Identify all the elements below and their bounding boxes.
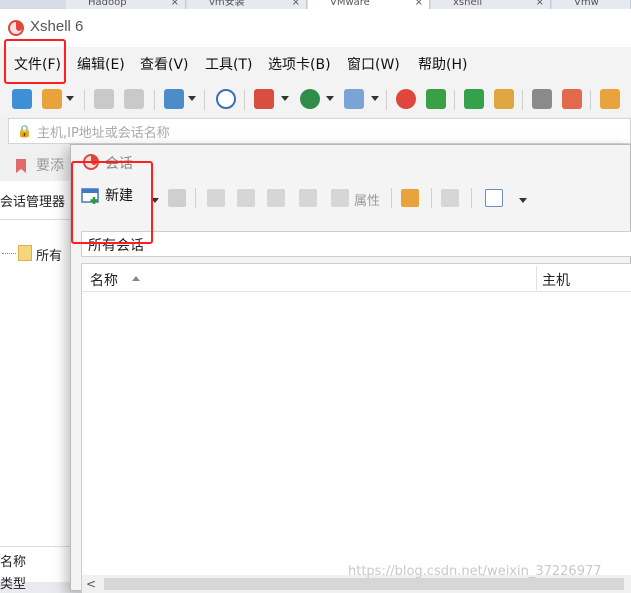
- transfer-icon[interactable]: [254, 89, 274, 109]
- tree-line: [2, 253, 16, 254]
- chevron-down-icon[interactable]: [519, 198, 527, 203]
- close-icon[interactable]: ×: [415, 0, 423, 8]
- browser-tab-label: Vmw: [574, 0, 599, 8]
- toolbar-divider: [204, 90, 205, 110]
- open-folder-icon[interactable]: [42, 89, 62, 109]
- disconnect-icon[interactable]: [124, 89, 144, 109]
- browser-tab[interactable]: Vmw: [552, 0, 631, 9]
- toolbar-divider: [386, 90, 387, 110]
- watermark: https://blog.csdn.net/weixin_37226977: [348, 564, 602, 579]
- lock-icon[interactable]: [494, 89, 514, 109]
- chevron-down-icon[interactable]: [326, 96, 334, 101]
- open-folder-icon[interactable]: [401, 189, 419, 207]
- browser-tab[interactable]: vm安装 ×: [187, 0, 307, 9]
- toolbar-divider: [391, 188, 392, 208]
- app-title: Xshell 6: [30, 18, 84, 35]
- properties-icon[interactable]: [164, 89, 184, 109]
- reconnect-icon[interactable]: [94, 89, 114, 109]
- tree-item-all-sessions[interactable]: 所有: [36, 245, 62, 264]
- browser-tab-label: VMware: [330, 0, 370, 8]
- add-folder-icon[interactable]: [600, 89, 620, 109]
- highlight-icon[interactable]: [562, 89, 582, 109]
- column-header-host[interactable]: 主机: [542, 270, 570, 290]
- address-placeholder: 主机,IP地址或会话名称: [37, 126, 170, 141]
- font-icon[interactable]: [344, 89, 364, 109]
- edit-icon[interactable]: [168, 189, 186, 207]
- menu-tools[interactable]: 工具(T): [205, 54, 252, 74]
- find-icon[interactable]: [216, 89, 236, 109]
- cut-icon[interactable]: [207, 189, 225, 207]
- dialog-toolbar: 新建 属性: [71, 177, 631, 215]
- close-icon[interactable]: ×: [171, 0, 179, 8]
- chevron-down-icon[interactable]: [371, 96, 379, 101]
- globe-icon[interactable]: [300, 89, 320, 109]
- xftp-icon[interactable]: [426, 89, 446, 109]
- session-list: 名称 主机 <: [81, 263, 631, 593]
- chevron-down-icon[interactable]: [281, 96, 289, 101]
- chevron-down-icon[interactable]: [188, 96, 196, 101]
- menu-edit[interactable]: 编辑(E): [77, 54, 125, 74]
- delete-icon[interactable]: [299, 189, 317, 207]
- new-session-icon[interactable]: [12, 89, 32, 109]
- address-bar[interactable]: 🔒 主机,IP地址或会话名称: [8, 118, 631, 144]
- properties-label[interactable]: 属性: [354, 190, 380, 209]
- keyboard-icon[interactable]: [532, 89, 552, 109]
- hint-text: 要添: [36, 158, 64, 174]
- property-type-label: 类型: [0, 577, 27, 592]
- browser-tab[interactable]: VMware ×: [308, 0, 430, 9]
- divider: [0, 546, 72, 547]
- chevron-down-icon[interactable]: [66, 96, 74, 101]
- divider: [0, 219, 72, 220]
- scrollbar-thumb[interactable]: [104, 578, 624, 590]
- toolbar-divider: [84, 90, 85, 110]
- column-divider[interactable]: [536, 266, 537, 290]
- chevron-left-icon[interactable]: <: [86, 577, 96, 591]
- toolbar-divider: [454, 90, 455, 110]
- toolbar-divider: [590, 90, 591, 110]
- menu-window[interactable]: 窗口(W): [347, 54, 400, 74]
- toolbar-divider: [471, 188, 472, 208]
- paste-icon[interactable]: [267, 189, 285, 207]
- lock-icon: 🔒: [17, 124, 32, 138]
- browser-tab-label: vm安装: [209, 0, 245, 8]
- toolbar-divider: [154, 90, 155, 110]
- menu-view[interactable]: 查看(V): [140, 54, 189, 74]
- bookmark-icon: [16, 159, 26, 173]
- folder-icon: [18, 245, 32, 261]
- title-bar: Xshell 6: [0, 9, 631, 47]
- browser-tab-label: Hadoop: [88, 0, 127, 8]
- sort-ascending-icon: [132, 276, 140, 281]
- xshell-logo-icon[interactable]: [396, 89, 416, 109]
- close-icon[interactable]: ×: [292, 0, 300, 8]
- highlight-box-file-menu: [4, 39, 66, 84]
- session-manager-title: 会话管理器: [0, 195, 66, 210]
- browser-tab[interactable]: xshell ×: [431, 0, 551, 9]
- copy-icon[interactable]: [237, 189, 255, 207]
- sessions-dialog: 会话 新建 属性 所有会话 名称 主机 <: [70, 144, 631, 593]
- main-toolbar: [0, 81, 631, 117]
- toolbar-divider: [244, 90, 245, 110]
- list-header: 名称 主机: [82, 264, 631, 292]
- session-manager-panel: 会话管理器 所有 名称 类型: [0, 181, 72, 592]
- fullscreen-icon[interactable]: [464, 89, 484, 109]
- toolbar-divider: [522, 90, 523, 110]
- browser-tab-label: xshell: [453, 0, 483, 8]
- browser-tab[interactable]: Hadoop ×: [66, 0, 186, 9]
- view-details-icon[interactable]: [485, 189, 503, 207]
- close-icon[interactable]: ×: [536, 0, 544, 8]
- browser-tab-strip: Hadoop × vm安装 × VMware × xshell × Vmw: [0, 0, 631, 9]
- properties-icon[interactable]: [331, 189, 349, 207]
- xshell-logo-icon: [8, 20, 24, 36]
- column-header-name[interactable]: 名称: [90, 270, 118, 290]
- toolbar-divider: [431, 188, 432, 208]
- menu-tab[interactable]: 选项卡(B): [268, 54, 331, 74]
- property-name-label: 名称: [0, 555, 27, 570]
- toolbar-divider: [195, 188, 196, 208]
- breadcrumb: 所有会话: [81, 231, 631, 257]
- menu-help[interactable]: 帮助(H): [418, 54, 467, 74]
- highlight-box-new-button: [71, 161, 153, 244]
- xshell-window: Xshell 6 文件(F) 编辑(E) 查看(V) 工具(T) 选项卡(B) …: [0, 9, 631, 593]
- menu-bar: 文件(F) 编辑(E) 查看(V) 工具(T) 选项卡(B) 窗口(W) 帮助(…: [0, 47, 631, 81]
- export-icon[interactable]: [441, 189, 459, 207]
